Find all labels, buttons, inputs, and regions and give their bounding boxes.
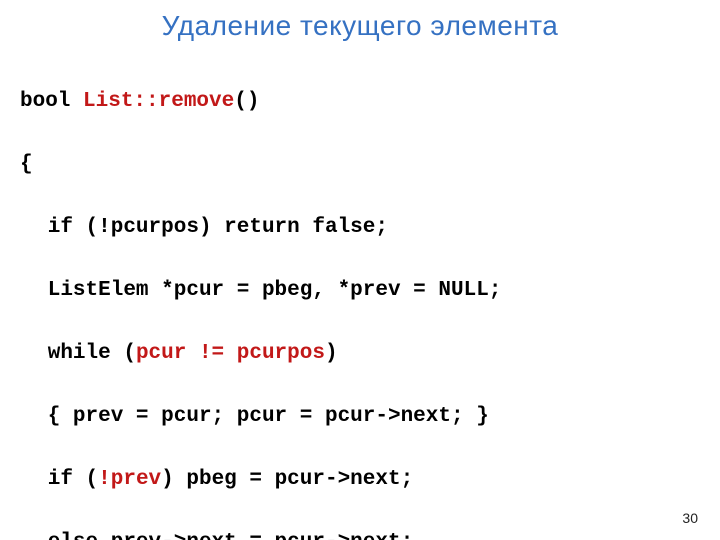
kw-bool: bool — [20, 90, 83, 113]
parens: () — [234, 90, 259, 113]
code-line-2: { — [20, 149, 700, 181]
code-line-7: if (!prev) pbeg = pcur->next; — [20, 464, 700, 496]
code-line-6: { prev = pcur; pcur = pcur->next; } — [20, 401, 700, 433]
line6-text: { prev = pcur; pcur = pcur->next; } — [48, 405, 489, 428]
code-line-3: if (!pcurpos) return false; — [20, 212, 700, 244]
line8-text: else prev->next = pcur->next; — [48, 531, 413, 540]
code-line-4: ListElem *pcur = pbeg, *prev = NULL; — [20, 275, 700, 307]
code-line-8: else prev->next = pcur->next; — [20, 527, 700, 540]
line4-text: ListElem *pcur = pbeg, *prev = NULL; — [48, 279, 502, 302]
page-number: 30 — [682, 510, 698, 526]
l5b: pcur != pcurpos — [136, 342, 325, 365]
line3-text: if (!pcurpos) return false; — [48, 216, 388, 239]
l5a: while ( — [48, 342, 136, 365]
code-block: bool List::remove() { if (!pcurpos) retu… — [0, 42, 720, 540]
l7c: ) pbeg = pcur->next; — [161, 468, 413, 491]
l7b: !prev — [98, 468, 161, 491]
slide: Удаление текущего элемента bool List::re… — [0, 0, 720, 540]
l5c: ) — [325, 342, 338, 365]
slide-title: Удаление текущего элемента — [0, 0, 720, 42]
l7a: if ( — [48, 468, 98, 491]
method-name: List::remove — [83, 90, 234, 113]
code-line-5: while (pcur != pcurpos) — [20, 338, 700, 370]
code-line-1: bool List::remove() — [20, 86, 700, 118]
